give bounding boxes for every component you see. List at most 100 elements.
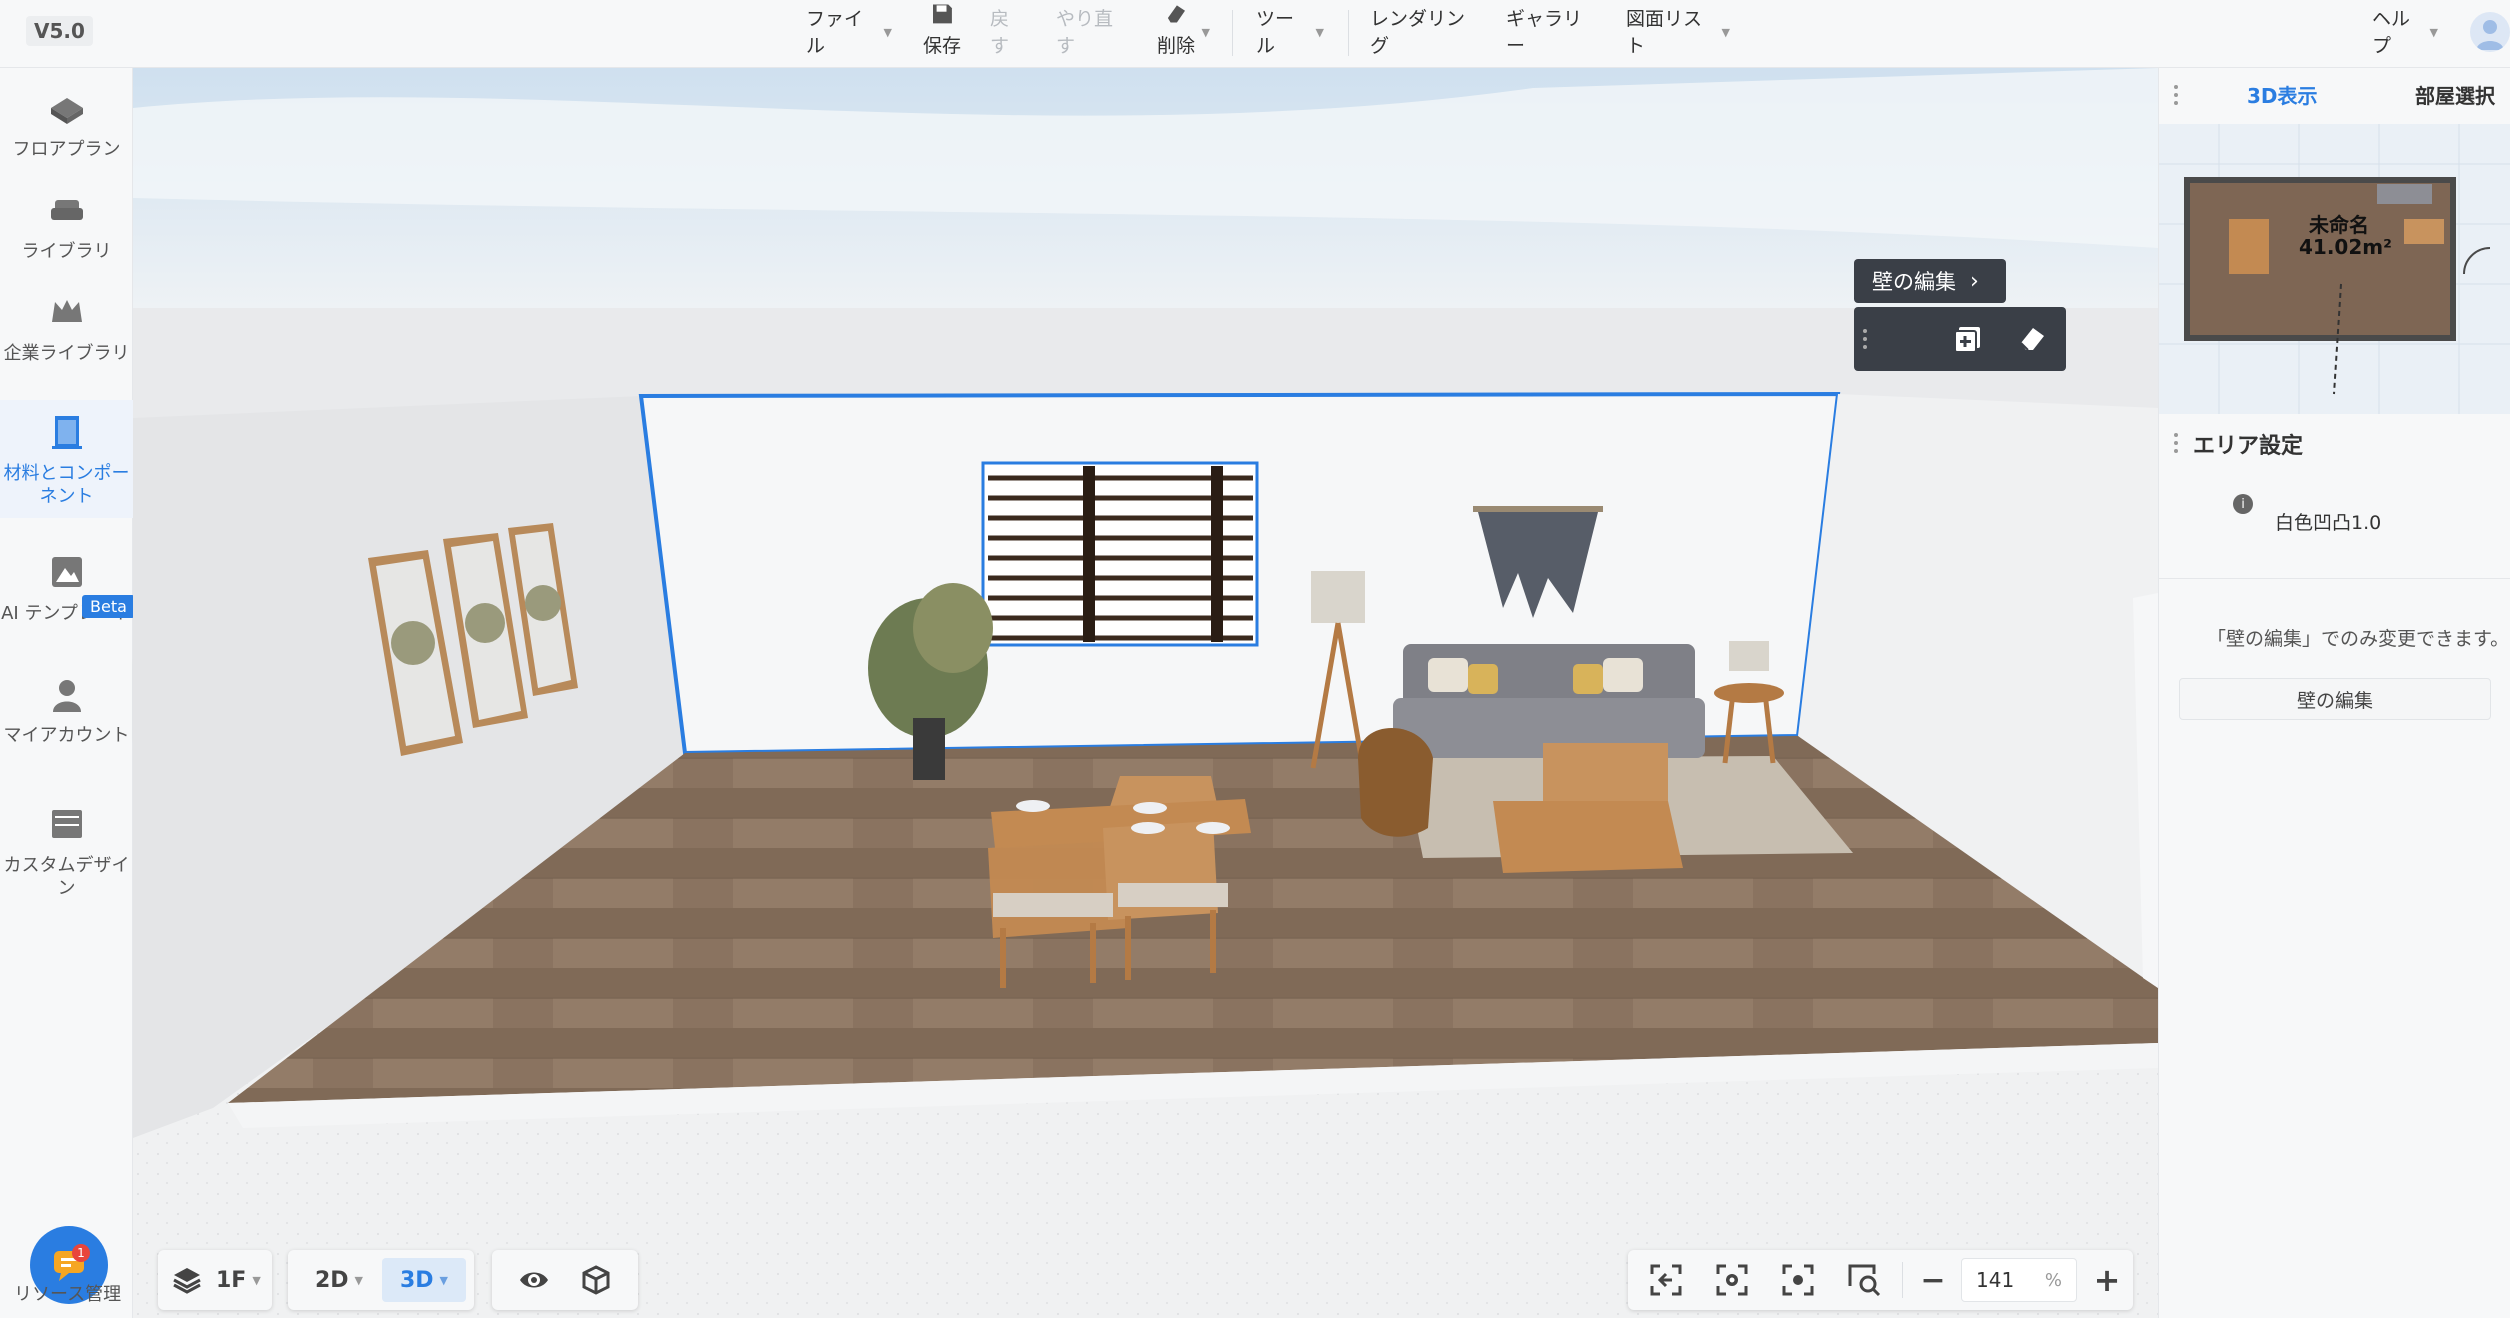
delete-label: 削除 [1156, 35, 1195, 57]
room-name: 未命名 [2309, 213, 2369, 237]
armchair [1358, 728, 1433, 837]
drag-handle-icon[interactable] [1862, 327, 1872, 351]
eraser-icon[interactable] [2016, 323, 2048, 355]
mode-2d-label: 2D [314, 1267, 349, 1293]
help-button[interactable]: ? ヘルプ ▼ [2372, 0, 2438, 68]
floorplan-minimap [2159, 124, 2510, 414]
gallery-label: ギャラリー [1506, 8, 1583, 57]
sidebar-item-custom-design[interactable]: カスタムデザイン [0, 804, 133, 900]
notification-badge: 1 [72, 1244, 90, 1262]
edit-hint-text: 「壁の編集」でのみ変更できます。 [2207, 628, 2510, 650]
sidebar-item-label: ライブラリ [21, 241, 112, 262]
sidebar-item-floorplan[interactable]: フロアプラン [0, 88, 133, 161]
tab-3d-view[interactable]: 3D表示 [2247, 80, 2318, 109]
chevron-down-icon: ▼ [2429, 26, 2438, 39]
user-avatar-icon [2476, 20, 2504, 50]
sidebar-item-library[interactable]: ライブラリ [0, 190, 133, 263]
crown-icon [51, 300, 82, 322]
redo-label: やり直す [1056, 8, 1114, 57]
sofa [1393, 644, 1705, 758]
panel-divider [2159, 578, 2510, 579]
undo-label: 戻す [990, 8, 1010, 57]
mode-2d-button[interactable]: 2D ▼ [296, 1258, 382, 1302]
zoom-window-icon[interactable] [1846, 1262, 1882, 1298]
sidebar-item-materials[interactable]: 材料とコンポーネント [0, 400, 133, 518]
view-mode-switch: 2D ▼ 3D ▼ [288, 1250, 474, 1310]
mode-3d-button[interactable]: 3D ▼ [382, 1258, 466, 1302]
wall-edit-label: 壁の編集 [1872, 270, 1956, 294]
eye-icon[interactable] [518, 1264, 550, 1296]
chevron-down-icon: ▼ [252, 1273, 261, 1287]
3d-viewport[interactable] [133, 68, 2158, 1318]
drawing-list-label: 図面リスト [1626, 8, 1703, 57]
save-button[interactable]: 保存 [920, 0, 964, 68]
rendering-label: レンダリング [1370, 8, 1466, 57]
chat-label: リソース管理 [14, 1284, 122, 1305]
drawing-list-button[interactable]: 図面リスト ▼ [1626, 0, 1730, 68]
minus-icon: − [1920, 1262, 1946, 1298]
toolbar-divider [1232, 10, 1233, 56]
wall-edit-button[interactable]: 壁の編集 › [1854, 259, 2006, 303]
sidebar-item-label: 材料とコンポーネント [3, 463, 130, 507]
sofa-icon [50, 200, 83, 220]
beta-badge: Beta [82, 595, 135, 618]
view-options [492, 1250, 638, 1310]
edit-wall-button[interactable]: 壁の編集 [2179, 678, 2491, 720]
info-icon[interactable]: i [2233, 494, 2253, 514]
drag-handle-icon[interactable] [2173, 84, 2183, 106]
chevron-down-icon: ▼ [439, 1273, 449, 1287]
right-panel: 3D表示 部屋選択 未命名 41.02m² エリア設定 i 白色凹凸1.0 「壁… [2158, 68, 2510, 1318]
sidebar-item-label: カスタムデザイン [3, 855, 130, 899]
cabinet-icon [51, 810, 82, 838]
cube-icon[interactable] [580, 1264, 612, 1296]
avatar[interactable] [2470, 12, 2510, 52]
left-sidebar: フロアプラン ライブラリ 企業ライブラリ 材料とコンポーネント AI テンプレー… [0, 68, 135, 1318]
sidebar-item-label: マイアカウント [3, 725, 130, 746]
tab-room-select[interactable]: 部屋選択 [2415, 80, 2495, 109]
chevron-down-icon: ▼ [1201, 26, 1210, 39]
undo-button[interactable]: 戻す [990, 0, 1026, 68]
zoom-unit: % [2044, 1269, 2062, 1291]
delete-button[interactable]: 削除 ▼ [1156, 0, 1210, 68]
camera-settings-icon[interactable] [1714, 1262, 1750, 1298]
file-label: ファイル [806, 8, 864, 57]
room-area: 41.02m² [2299, 235, 2392, 259]
file-menu-button[interactable]: ファイル ▼ [806, 0, 892, 68]
sidebar-item-label: 企業ライブラリ [3, 343, 130, 364]
sidebar-item-my-account[interactable]: マイアカウント [0, 674, 133, 747]
rendering-button[interactable]: レンダリング [1370, 0, 1478, 68]
toolbar-divider [1348, 10, 1349, 56]
chevron-down-icon: ▼ [1721, 26, 1730, 39]
redo-button[interactable]: やり直す [1056, 0, 1128, 68]
save-label: 保存 [922, 35, 961, 57]
help-label: ヘルプ [2372, 8, 2411, 57]
tools-menu-button[interactable]: ツール ▼ [1256, 0, 1324, 68]
floor-selector[interactable]: 1F ▼ [158, 1250, 272, 1310]
minimap[interactable]: 未命名 41.02m² [2159, 124, 2510, 414]
zoom-in-button[interactable]: + [2091, 1261, 2123, 1299]
save-icon [933, 4, 952, 24]
drag-handle-icon[interactable] [2173, 432, 2183, 454]
zoom-input[interactable]: 141 % [1961, 1258, 2077, 1302]
focus-icon[interactable] [1780, 1262, 1816, 1298]
sidebar-item-enterprise-library[interactable]: 企業ライブラリ [0, 292, 133, 365]
zoom-out-button[interactable]: − [1917, 1263, 1949, 1298]
ai-template-icon [51, 557, 82, 587]
eraser-icon [1167, 5, 1185, 23]
fit-view-icon[interactable] [1648, 1262, 1684, 1298]
door-icon [51, 416, 82, 449]
gallery-button[interactable]: ギャラリー [1506, 0, 1596, 68]
copy-add-icon[interactable] [1952, 323, 1984, 355]
version-label: V5.0 [26, 16, 93, 46]
wall-tools-panel [1854, 307, 2066, 371]
floor-label: 1F [216, 1267, 247, 1293]
chevron-down-icon: ▼ [1315, 26, 1324, 39]
user-icon [52, 680, 81, 712]
zoom-value: 141 [1976, 1268, 2015, 1292]
chevron-down-icon: ▼ [883, 26, 892, 39]
toolbar-divider [1902, 1262, 1903, 1298]
layers-icon [173, 1268, 201, 1294]
top-toolbar: V5.0 ファイル ▼ 保存 戻す やり直す 削除 ▼ ツール ▼ レンダリング… [0, 0, 2510, 68]
sidebar-item-label: フロアプラン [12, 139, 121, 160]
chevron-right-icon: › [1970, 268, 1979, 294]
